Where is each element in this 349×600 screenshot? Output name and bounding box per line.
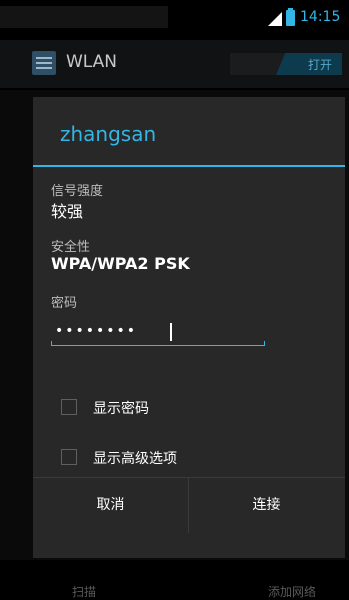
wlan-toggle[interactable]: 打开 bbox=[230, 53, 342, 75]
signal-strength-icon bbox=[268, 12, 282, 26]
show-password-checkbox[interactable] bbox=[61, 399, 77, 415]
signal-strength-value: 较强 bbox=[51, 202, 84, 221]
network-name: zhangsan bbox=[60, 122, 157, 146]
password-label: 密码 bbox=[51, 296, 78, 311]
show-password-label: 显示密码 bbox=[93, 401, 149, 417]
password-input[interactable]: •••••••• bbox=[51, 321, 265, 347]
wlan-toggle-label: 打开 bbox=[307, 58, 332, 72]
dialog-header: zhangsan bbox=[33, 97, 345, 165]
show-password-option[interactable]: 显示密码 bbox=[61, 397, 321, 421]
signal-strength-label: 信号强度 bbox=[51, 184, 104, 199]
wifi-connect-dialog: zhangsan 信号强度 较强 安全性 WPA/WPA2 PSK 密码 •••… bbox=[33, 97, 345, 558]
header-divider bbox=[33, 165, 345, 167]
password-masked-value: •••••••• bbox=[55, 323, 138, 339]
connect-button[interactable]: 连接 bbox=[189, 478, 344, 533]
status-time: 14:15 bbox=[300, 9, 341, 25]
show-advanced-checkbox[interactable] bbox=[61, 449, 77, 465]
cancel-button[interactable]: 取消 bbox=[33, 478, 188, 533]
password-underline bbox=[51, 341, 265, 346]
show-advanced-label: 显示高级选项 bbox=[93, 451, 177, 467]
action-bar-title: WLAN bbox=[66, 52, 118, 72]
dialog-button-bar: 取消 连接 bbox=[33, 477, 345, 533]
show-advanced-option[interactable]: 显示高级选项 bbox=[61, 447, 321, 471]
battery-icon bbox=[286, 8, 295, 26]
security-value: WPA/WPA2 PSK bbox=[51, 254, 190, 273]
notification-area bbox=[0, 6, 168, 28]
wlan-settings-icon[interactable] bbox=[32, 51, 56, 75]
status-bar: 14:15 bbox=[0, 0, 349, 32]
action-bar: WLAN 打开 bbox=[0, 40, 349, 88]
text-cursor bbox=[170, 323, 172, 341]
security-label: 安全性 bbox=[51, 240, 91, 255]
